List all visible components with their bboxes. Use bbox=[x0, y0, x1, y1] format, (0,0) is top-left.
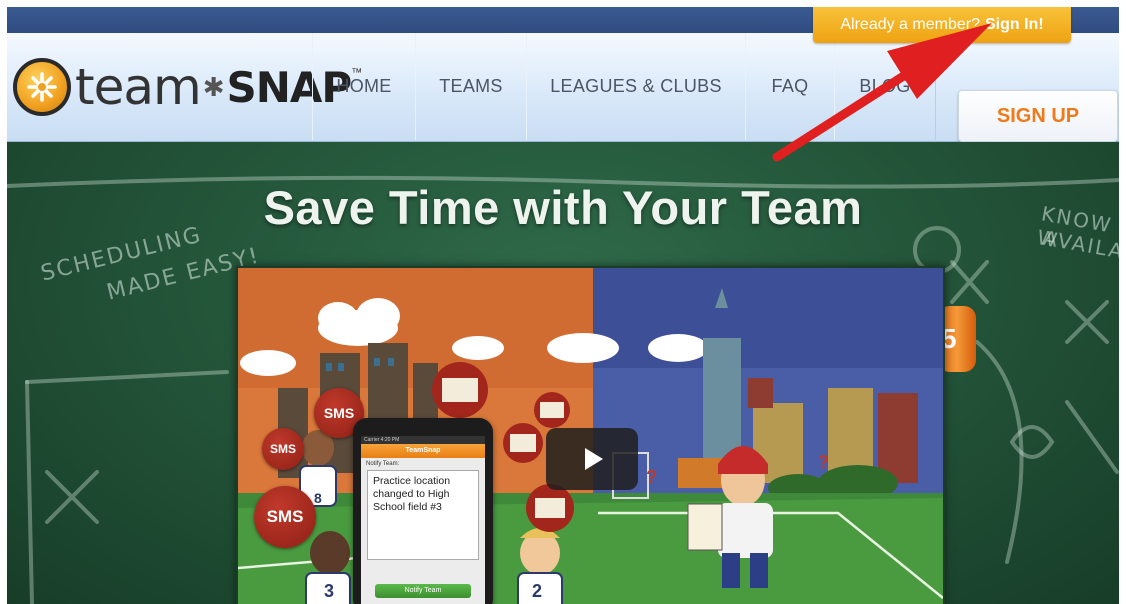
nav-blog[interactable]: BLOG bbox=[834, 33, 936, 140]
nav-leagues-clubs[interactable]: LEAGUES & CLUBS bbox=[526, 33, 746, 140]
logo-team-text: team bbox=[75, 58, 202, 116]
nav-home[interactable]: HOME bbox=[312, 33, 416, 140]
jersey-number: 2 bbox=[532, 581, 543, 601]
phone-app-title: TeamSnap bbox=[361, 444, 485, 458]
hero-chalkboard: SCHEDULING MADE EASY! KNOW W AVAILAE Sav… bbox=[7, 142, 1119, 604]
sms-bubble-icon: SMS bbox=[254, 486, 316, 548]
notification-message: Practice location changed to High School… bbox=[367, 470, 479, 560]
sms-label: SMS bbox=[323, 405, 355, 421]
teamsnap-logo[interactable]: team ✱ SNAP ™ bbox=[13, 57, 362, 117]
logo-star-icon: ✱ bbox=[202, 71, 225, 102]
navbar: team ✱ SNAP ™ HOME TEAMS LEAGUES & CLUBS… bbox=[7, 33, 1119, 142]
notify-label: Notify Team: bbox=[366, 461, 400, 467]
sign-up-button[interactable]: SIGN UP bbox=[958, 90, 1118, 142]
phone-screen: Carrier 4:20 PM TeamSnap Notify Team: Pr… bbox=[361, 436, 485, 604]
sms-label: SMS bbox=[266, 507, 304, 526]
page: team ✱ SNAP ™ HOME TEAMS LEAGUES & CLUBS… bbox=[7, 7, 1119, 604]
sms-bubble-icon: SMS bbox=[262, 428, 304, 470]
phone-mockup: Carrier 4:20 PM TeamSnap Notify Team: Pr… bbox=[353, 418, 493, 604]
member-prompt: Already a member? bbox=[840, 16, 980, 33]
nav-teams[interactable]: TEAMS bbox=[415, 33, 527, 140]
jersey-number: 3 bbox=[324, 581, 335, 601]
play-button[interactable] bbox=[546, 428, 638, 490]
sms-label: SMS bbox=[269, 442, 296, 456]
svg-text:?: ? bbox=[818, 452, 829, 472]
sign-in-tab[interactable]: Already a member? Sign In! bbox=[813, 7, 1071, 43]
play-icon bbox=[585, 448, 603, 470]
notify-team-button: Notify Team bbox=[375, 584, 471, 598]
sign-in-link[interactable]: Sign In! bbox=[985, 16, 1044, 34]
phone-status-bar: Carrier 4:20 PM bbox=[361, 436, 485, 444]
video-player[interactable]: ?? SMS SMS SMS Carrier 4:20 PM TeamSnap … bbox=[236, 266, 945, 604]
jersey-number: 8 bbox=[314, 490, 322, 506]
logo-burst-icon bbox=[13, 58, 71, 116]
svg-text:?: ? bbox=[646, 467, 657, 487]
nav-faq[interactable]: FAQ bbox=[745, 33, 835, 140]
hero-title: Save Time with Your Team bbox=[263, 181, 863, 234]
